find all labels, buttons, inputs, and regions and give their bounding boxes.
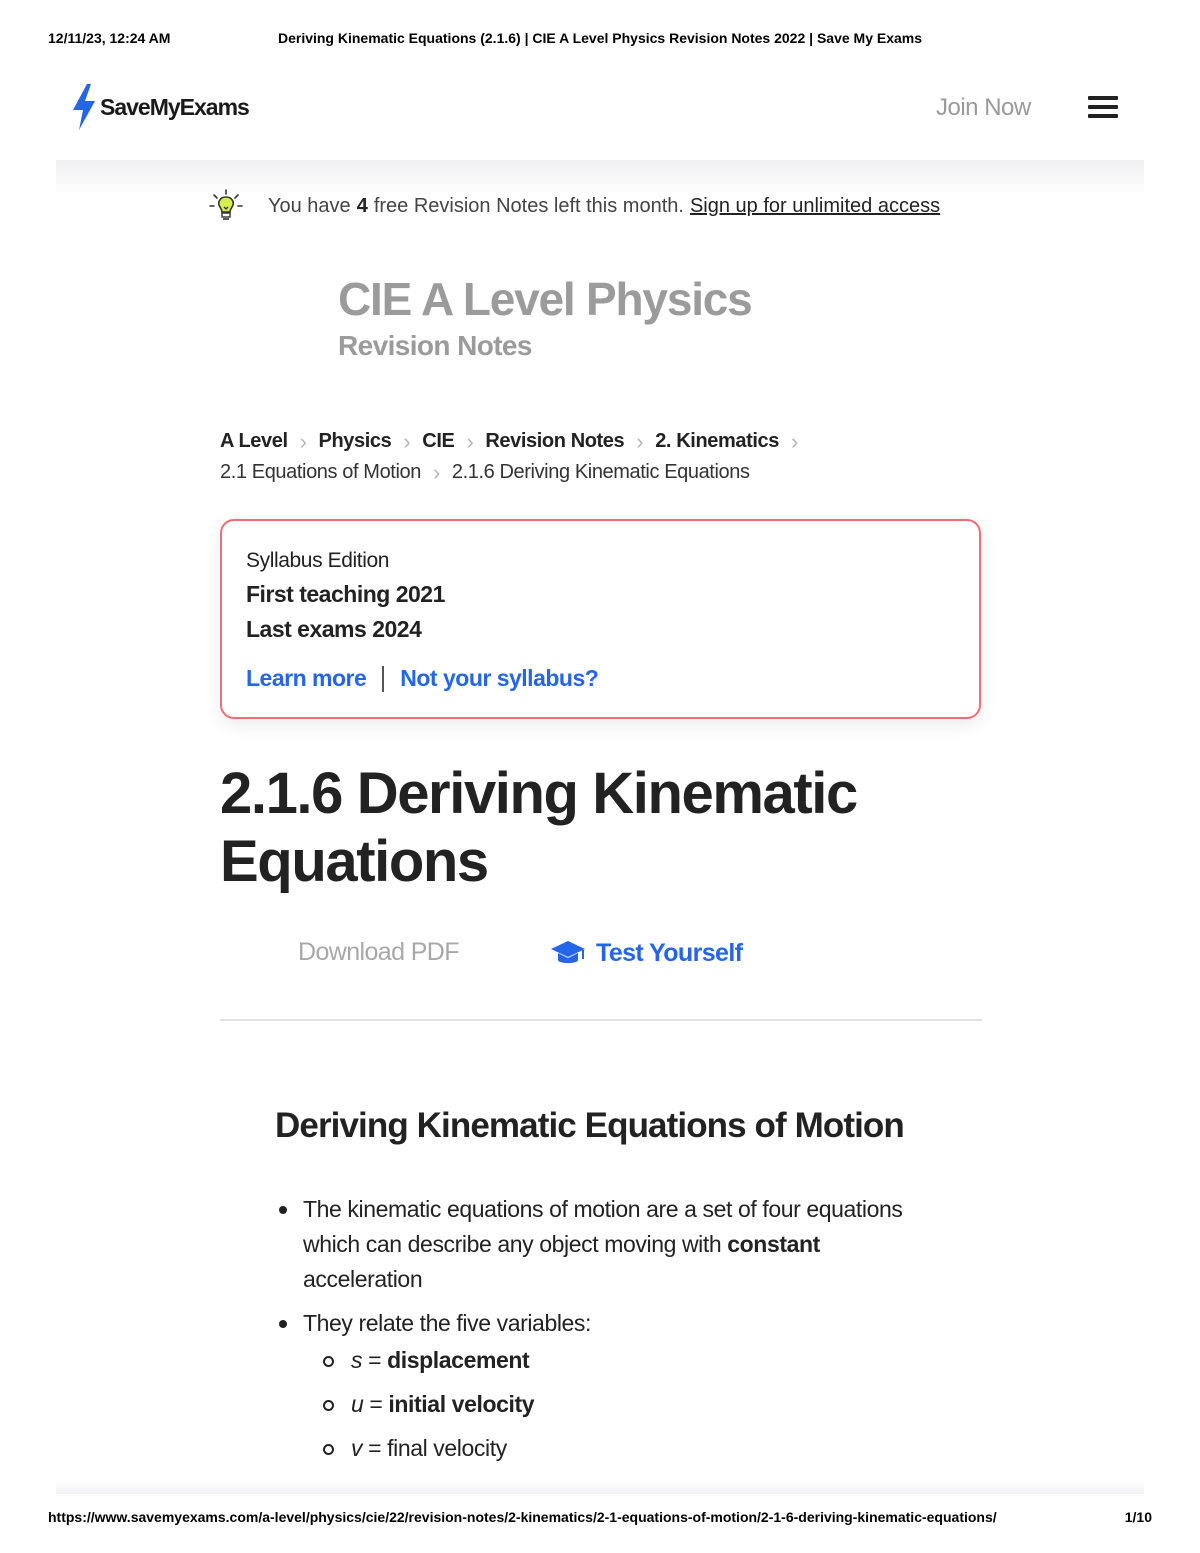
course-title: CIE A Level Physics <box>338 273 753 325</box>
chevron-right-icon: › <box>299 429 307 454</box>
print-header: 12/11/23, 12:24 AM Deriving Kinematic Eq… <box>0 30 1200 50</box>
learn-more-link[interactable]: Learn more <box>246 665 367 692</box>
chevron-right-icon: › <box>432 460 440 485</box>
content-list: The kinematic equations of motion are a … <box>275 1192 915 1475</box>
bullet2-text: They relate the five variables: <box>303 1310 592 1336</box>
variable-symbol: v <box>351 1435 363 1461</box>
chevron-right-icon: › <box>466 429 474 454</box>
course-subtitle: Revision Notes <box>338 330 532 361</box>
lightning-bolt-icon <box>73 84 95 130</box>
breadcrumb-current-page: 2.1.6 Deriving Kinematic Equations <box>451 461 750 483</box>
breadcrumb-a-level[interactable]: A Level <box>220 426 288 457</box>
site-navbar: SaveMyExams Join Now <box>56 80 1144 160</box>
graduation-cap-icon <box>551 941 585 963</box>
list-item: The kinematic equations of motion are a … <box>275 1192 915 1297</box>
banner-prefix: You have <box>268 194 351 217</box>
section-heading: Deriving Kinematic Equations of Motion <box>275 1106 905 1145</box>
link-divider <box>382 665 385 692</box>
variable-equals: = <box>362 1347 388 1373</box>
variable-name: final velocity <box>387 1435 507 1461</box>
variable-symbol: u <box>351 1391 364 1417</box>
page-title: 2.1.6 Deriving Kinematic Equations <box>220 761 858 894</box>
variable-list: s = displacement u = initial velocity v … <box>303 1343 915 1466</box>
print-url: https://www.savemyexams.com/a-level/phys… <box>48 1509 997 1525</box>
page: 12/11/23, 12:24 AM Deriving Kinematic Eq… <box>0 0 1200 1553</box>
section-divider <box>220 1019 982 1021</box>
variable-name: initial velocity <box>388 1391 535 1417</box>
last-exams: Last exams 2024 <box>246 616 422 642</box>
breadcrumb-kinematics[interactable]: 2. Kinematics <box>655 426 779 457</box>
print-title: Deriving Kinematic Equations (2.1.6) | C… <box>277 30 923 46</box>
signup-link[interactable]: Sign up for unlimited access <box>690 195 940 218</box>
not-your-syllabus-link[interactable]: Not your syllabus? <box>400 665 599 692</box>
logo-link[interactable]: SaveMyExams <box>70 84 250 130</box>
breadcrumb-revision-notes[interactable]: Revision Notes <box>485 426 624 457</box>
list-item: They relate the five variables: s = disp… <box>275 1306 915 1466</box>
banner-suffix: free Revision Notes left this month. <box>373 194 684 217</box>
syllabus-label: Syllabus Edition <box>246 549 390 572</box>
test-yourself-button[interactable]: Test Yourself <box>550 938 743 968</box>
print-footer: https://www.savemyexams.com/a-level/phys… <box>0 1509 1200 1529</box>
banner-count: 4 <box>356 194 368 217</box>
breadcrumb-physics[interactable]: Physics <box>319 426 392 457</box>
chevron-right-icon: › <box>790 429 798 454</box>
variable-item: v = final velocity <box>303 1431 915 1466</box>
logo-text: SaveMyExams <box>100 93 250 120</box>
variable-item: u = initial velocity <box>303 1387 915 1422</box>
variable-name: displacement <box>387 1347 530 1373</box>
first-teaching: First teaching 2021 <box>246 581 445 607</box>
bullet1-bold: constant <box>727 1231 820 1257</box>
variable-symbol: s <box>351 1347 363 1373</box>
syllabus-links: Learn more Not your syllabus? <box>246 665 955 692</box>
chevron-right-icon: › <box>403 429 411 454</box>
bullet1-tail: acceleration <box>303 1266 423 1292</box>
syllabus-edition-card: Syllabus Edition First teaching 2021 Las… <box>220 519 981 719</box>
join-now-button[interactable]: Join Now <box>936 94 1031 122</box>
variable-equals: = <box>363 1391 389 1417</box>
variable-item: s = displacement <box>303 1343 915 1378</box>
breadcrumb-equations-of-motion[interactable]: 2.1 Equations of Motion <box>220 457 421 488</box>
test-yourself-label: Test Yourself <box>596 938 743 967</box>
breadcrumb: A Level › Physics › CIE › Revision Notes… <box>220 426 920 488</box>
print-page-number: 1/10 <box>1124 1509 1152 1525</box>
chevron-right-icon: › <box>636 429 644 454</box>
article-actions: Download PDF Test Yourself <box>298 938 778 978</box>
breadcrumb-cie[interactable]: CIE <box>422 426 455 457</box>
free-notes-banner: You have 4 free Revision Notes left this… <box>208 186 1008 226</box>
hamburger-menu-icon[interactable] <box>1088 96 1118 118</box>
variable-equals: = <box>362 1435 388 1461</box>
download-pdf-button[interactable]: Download PDF <box>298 938 460 967</box>
page-cut-fade <box>56 1480 1144 1494</box>
lightbulb-icon <box>209 189 243 220</box>
